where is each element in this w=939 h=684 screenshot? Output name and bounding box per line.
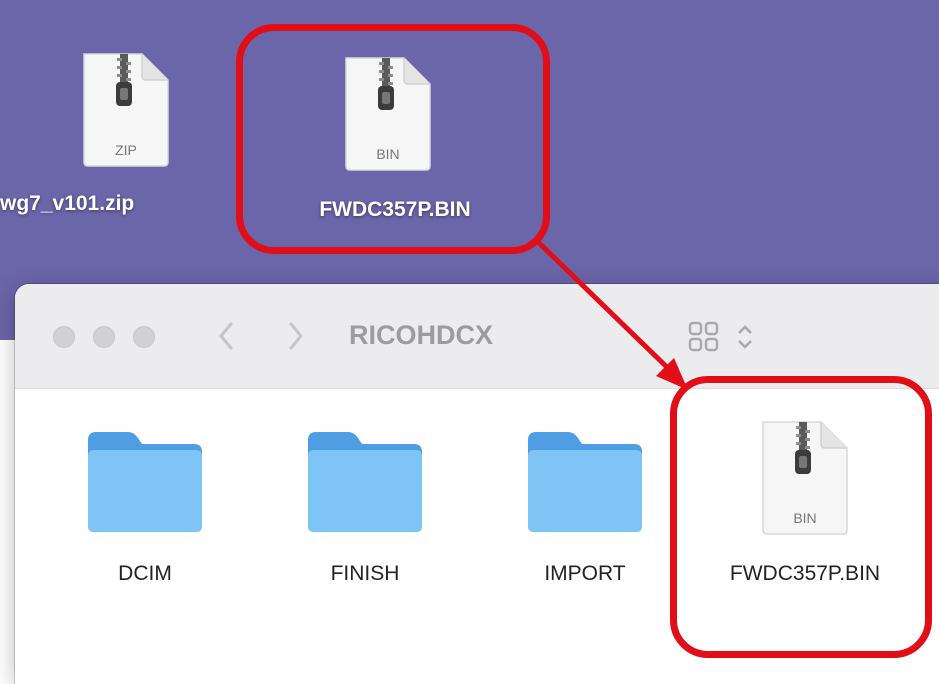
arrow-annotation [533, 237, 688, 390]
